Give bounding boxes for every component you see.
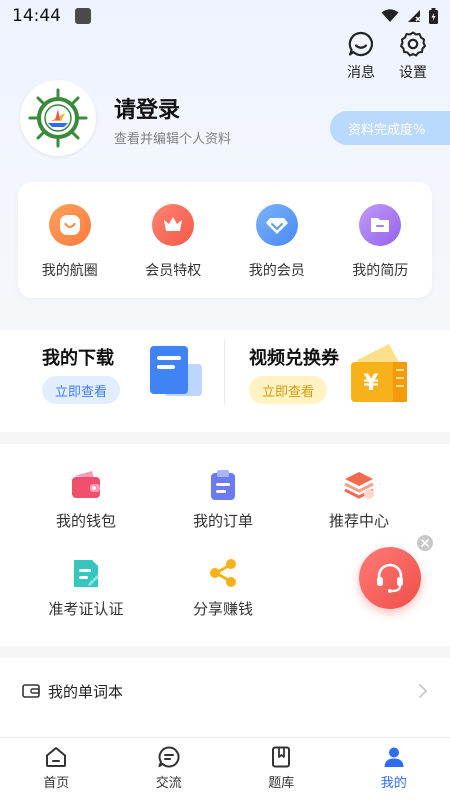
chat-icon (158, 746, 180, 768)
section-gap (0, 646, 450, 658)
downloads-view-button[interactable]: 立即查看 (42, 376, 121, 404)
video-coupon-view-button[interactable]: 立即查看 (249, 376, 328, 404)
service-label: 分享赚钱 (192, 600, 253, 618)
ticket-icon: ¥ (351, 344, 407, 402)
service-share-earn[interactable]: 分享赚钱 (155, 556, 291, 619)
wallet-icon (69, 468, 103, 502)
avatar[interactable] (20, 80, 96, 156)
certificate-icon (69, 556, 103, 590)
tab-label: 交流 (155, 776, 182, 791)
notification-icon (75, 8, 91, 24)
close-support-button[interactable] (417, 535, 433, 551)
bottom-nav: 首页 交流 题库 我的 (0, 737, 450, 800)
video-coupon-title: 视频兑换券 (249, 348, 339, 369)
messages-button[interactable]: 消息 (342, 30, 380, 82)
diamond-icon (255, 204, 298, 246)
quick-item-resume[interactable]: 我的简历 (335, 204, 425, 298)
smile-icon (48, 204, 91, 246)
downloads-card[interactable]: 我的下载 立即查看 (42, 330, 202, 418)
tab-community[interactable]: 交流 (113, 738, 226, 800)
quick-item-vip-privilege[interactable]: 会员特权 (128, 204, 218, 298)
tab-label: 我的 (380, 776, 407, 791)
status-bar: 14:44 (0, 0, 450, 32)
service-recommend[interactable]: 推荐中心 (291, 468, 427, 531)
word-book-label: 我的单词本 (48, 682, 124, 701)
home-icon (46, 747, 67, 767)
video-coupon-card[interactable]: 视频兑换券 立即查看 ¥ (249, 330, 419, 418)
quick-item-label: 会员特权 (145, 263, 202, 279)
quick-item-label: 我的简历 (352, 263, 409, 279)
service-wallet[interactable]: 我的钱包 (18, 468, 154, 531)
service-label: 我的订单 (192, 512, 253, 530)
tab-mine[interactable]: 我的 (338, 738, 450, 800)
folder-icon (359, 204, 402, 246)
message-icon (348, 31, 373, 57)
svg-text:¥: ¥ (363, 371, 379, 396)
tab-label: 题库 (268, 776, 295, 791)
tab-label: 首页 (43, 776, 70, 791)
wallet-book-icon (22, 684, 40, 698)
service-admission-ticket[interactable]: 准考证认证 (18, 556, 154, 619)
quick-item-label: 我的航圈 (41, 263, 98, 279)
profile-completion-button[interactable]: 资料完成度% (330, 111, 450, 145)
customer-service-button[interactable] (359, 547, 421, 609)
tab-home[interactable]: 首页 (0, 738, 113, 800)
quick-actions-card: 我的航圈 会员特权 我的会员 我的简历 (18, 182, 432, 298)
messages-label: 消息 (347, 65, 375, 81)
word-book-row[interactable]: 我的单词本 (0, 668, 450, 714)
battery-icon (429, 8, 438, 24)
service-label: 我的钱包 (55, 512, 116, 530)
downloads-title: 我的下载 (42, 348, 114, 369)
status-icons (381, 8, 438, 24)
status-time: 14:44 (12, 6, 61, 26)
document-icon (150, 346, 202, 396)
avatar-logo-icon (28, 88, 88, 148)
login-subtitle: 查看并编辑个人资料 (114, 132, 232, 147)
quick-item-membership[interactable]: 我的会员 (232, 204, 322, 298)
login-title[interactable]: 请登录 (114, 92, 180, 124)
book-icon (272, 746, 291, 768)
service-orders[interactable]: 我的订单 (155, 468, 291, 531)
signal-icon (408, 10, 421, 22)
user-icon (384, 747, 404, 767)
quick-item-circle[interactable]: 我的航圈 (25, 204, 115, 298)
clipboard-icon (206, 468, 240, 502)
close-icon (421, 539, 429, 547)
layers-icon (342, 468, 376, 502)
header-actions: 消息 设置 (342, 30, 432, 82)
service-label: 推荐中心 (328, 512, 389, 530)
wifi-icon (381, 9, 399, 22)
crown-icon (152, 204, 195, 246)
section-gap (0, 432, 450, 444)
tab-question-bank[interactable]: 题库 (225, 738, 338, 800)
service-label: 准考证认证 (48, 600, 124, 618)
promo-divider (224, 340, 225, 404)
quick-item-label: 我的会员 (248, 263, 305, 279)
settings-label: 设置 (399, 65, 427, 81)
gear-icon (400, 31, 426, 57)
settings-button[interactable]: 设置 (394, 30, 432, 82)
headset-icon (377, 563, 403, 593)
share-icon (206, 556, 240, 590)
chevron-right-icon (419, 684, 428, 698)
